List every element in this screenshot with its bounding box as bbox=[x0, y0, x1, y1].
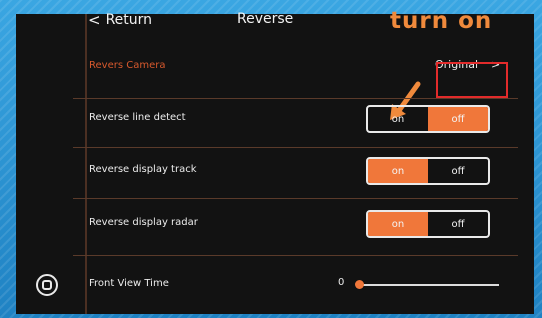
setting-row-reverse-line-detect: Reverse line detect on off bbox=[89, 105, 509, 135]
divider bbox=[73, 98, 518, 99]
toggle-off-option[interactable]: off bbox=[428, 212, 488, 236]
front-view-time-label: Front View Time bbox=[89, 278, 169, 289]
toggle-on-option[interactable]: on bbox=[368, 107, 428, 131]
toggle-off-option[interactable]: off bbox=[428, 107, 488, 131]
slider-knob[interactable] bbox=[355, 280, 364, 289]
toggle-reverse-display-track[interactable]: on off bbox=[366, 157, 490, 185]
page-title: Reverse bbox=[237, 11, 294, 27]
setting-label: Reverse line detect bbox=[89, 112, 186, 123]
home-icon[interactable] bbox=[36, 274, 58, 296]
setting-row-reverse-display-track: Reverse display track on off bbox=[89, 157, 509, 187]
front-view-time-slider[interactable] bbox=[359, 284, 499, 286]
toggle-off-option[interactable]: off bbox=[428, 159, 488, 183]
side-bar bbox=[16, 14, 87, 314]
divider bbox=[73, 147, 518, 148]
setting-row-reverse-display-radar: Reverse display radar on off bbox=[89, 210, 509, 240]
toggle-reverse-line-detect[interactable]: on off bbox=[366, 105, 490, 133]
chevron-left-icon: < bbox=[88, 11, 101, 29]
return-label: Return bbox=[105, 12, 153, 28]
highlight-box bbox=[436, 62, 508, 98]
front-view-time-value: 0 bbox=[338, 277, 345, 288]
revers-camera-label: Revers Camera bbox=[89, 60, 166, 71]
toggle-reverse-display-radar[interactable]: on off bbox=[366, 210, 490, 238]
divider bbox=[73, 198, 518, 199]
divider bbox=[73, 255, 518, 256]
setting-label: Reverse display track bbox=[89, 164, 197, 175]
front-view-time-row: Front View Time 0 bbox=[89, 276, 509, 296]
setting-label: Reverse display radar bbox=[89, 217, 198, 228]
toggle-on-option[interactable]: on bbox=[368, 159, 428, 183]
return-button[interactable]: < Return bbox=[88, 11, 152, 29]
annotation-turn-on: turn on bbox=[390, 8, 493, 34]
toggle-on-option[interactable]: on bbox=[368, 212, 428, 236]
